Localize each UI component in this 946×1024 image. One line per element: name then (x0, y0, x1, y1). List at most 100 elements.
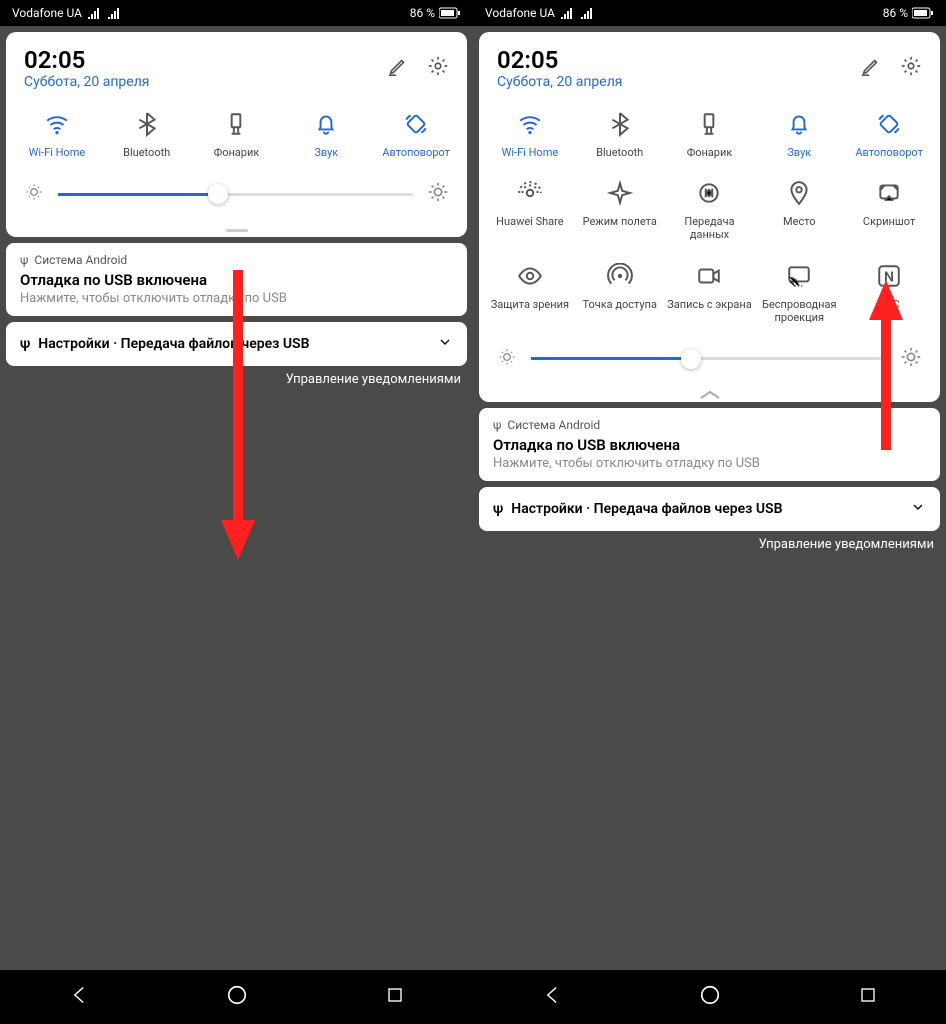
signal2-icon (581, 7, 595, 19)
qs-bt[interactable]: Bluetooth (102, 110, 192, 159)
brightness-high-icon (900, 346, 922, 372)
usb-icon: ψ (20, 253, 28, 267)
qs-bell[interactable]: Звук (281, 110, 371, 159)
back-button[interactable] (542, 985, 562, 1009)
qs-loc[interactable]: Место (754, 179, 844, 241)
brightness-low-icon (497, 347, 517, 371)
qs-share[interactable]: Huawei Share (485, 179, 575, 241)
recent-button[interactable] (386, 986, 404, 1008)
notification-usb-debug[interactable]: ψСистема Android Отладка по USB включена… (479, 408, 940, 481)
gear-icon[interactable] (427, 55, 449, 81)
qs-shot[interactable]: Скриншот (844, 179, 934, 241)
qs-hotspot[interactable]: Точка доступа (575, 262, 665, 324)
wifi-icon (43, 110, 71, 138)
qs-row-1: Wi-Fi Home Bluetooth Фонарик Звук Автоповоро… (479, 100, 940, 169)
loc-icon (785, 179, 813, 207)
wifi-icon (516, 110, 544, 138)
qs-label: Автоповорот (855, 146, 923, 159)
plane-icon (606, 179, 634, 207)
carrier-label: Vodafone UA (485, 6, 555, 20)
system-nav-bar (473, 970, 946, 1024)
svg-text:N: N (884, 269, 894, 285)
signal2-icon (108, 7, 122, 19)
qs-rotate[interactable]: Автоповорот (844, 110, 934, 159)
notif-subtitle: Нажмите, чтобы отключить отладку по USB (493, 456, 926, 471)
panel-header: 02:05 Суббота, 20 апреля (6, 32, 467, 100)
rotate-icon (875, 110, 903, 138)
clock-date: Суббота, 20 апреля (24, 74, 150, 90)
notif-title: Отладка по USB включена (493, 436, 926, 454)
qs-bt[interactable]: Bluetooth (575, 110, 665, 159)
qs-label: Звук (787, 146, 811, 159)
qs-plane[interactable]: Режим полета (575, 179, 665, 241)
qs-bell[interactable]: Звук (754, 110, 844, 159)
qs-label: Скриншот (863, 215, 915, 228)
bell-icon (312, 110, 340, 138)
qs-rotate[interactable]: Автоповорот (371, 110, 461, 159)
phone-left: HUAWEI Чтобы уникализировать контакты, м… (0, 0, 473, 1024)
share-icon (516, 179, 544, 207)
recent-button[interactable] (859, 986, 877, 1008)
qs-label: Huawei Share (496, 215, 563, 228)
bt-icon (133, 110, 161, 138)
notification-usb-transfer[interactable]: ψ Настройки · Передача файлов через USB (6, 322, 467, 366)
qs-rec[interactable]: Запись с экрана (665, 262, 755, 324)
status-bar: Vodafone UA 86 % (473, 0, 946, 26)
qs-wifi[interactable]: Wi-Fi Home (12, 110, 102, 159)
bell-icon (785, 110, 813, 138)
rec-icon (695, 262, 723, 290)
usb-icon: ψ (493, 418, 501, 432)
qs-row-1: Wi-Fi Home Bluetooth Фонарик Звук Автоповоро… (6, 100, 467, 169)
manage-notifications-link[interactable]: Управление уведомлениями (473, 537, 946, 552)
qs-flash[interactable]: Фонарик (192, 110, 282, 159)
bt-icon (606, 110, 634, 138)
system-nav-bar (0, 970, 473, 1024)
data-icon (695, 179, 723, 207)
qs-label: Wi-Fi Home (29, 146, 86, 159)
brightness-slider[interactable] (479, 334, 940, 388)
brightness-high-icon (427, 181, 449, 207)
qs-label: Место (783, 215, 816, 228)
qs-label: Фонарик (687, 146, 733, 159)
flash-icon (695, 110, 723, 138)
qs-label: Запись с экрана (667, 298, 752, 311)
qs-eye[interactable]: Защита зрения (485, 262, 575, 324)
cast-icon (785, 262, 813, 290)
rotate-icon (402, 110, 430, 138)
gear-icon[interactable] (900, 55, 922, 81)
brightness-slider[interactable] (6, 169, 467, 223)
phone-right: Так, поставив свою мелодию на контакт, в… (473, 0, 946, 1024)
expand-handle[interactable] (6, 223, 467, 237)
clock-time: 02:05 (497, 46, 623, 74)
battery-label: 86 % (410, 6, 435, 20)
home-button[interactable] (699, 984, 721, 1010)
qs-cast[interactable]: Беспроводная проекция (754, 262, 844, 324)
qs-wifi[interactable]: Wi-Fi Home (485, 110, 575, 159)
hotspot-icon (606, 262, 634, 290)
qs-label: Звук (314, 146, 338, 159)
qs-row-3: Защита зрения Точка доступа Запись с экран… (479, 252, 940, 334)
qs-row-2: Huawei Share Режим полетаПередача данных М… (479, 169, 940, 251)
usb-icon: ψ (20, 336, 30, 352)
qs-label: Защита зрения (491, 298, 569, 311)
qs-data[interactable]: Передача данных (665, 179, 755, 241)
edit-icon[interactable] (387, 55, 409, 81)
quick-settings-panel: 02:05 Суббота, 20 апреля Wi-Fi Home Bluet… (6, 32, 467, 237)
qs-flash[interactable]: Фонарик (665, 110, 755, 159)
notif-title: Отладка по USB включена (20, 271, 453, 289)
edit-icon[interactable] (860, 55, 882, 81)
qs-label: Точка доступа (582, 298, 657, 311)
chevron-down-icon (437, 334, 453, 354)
back-button[interactable] (69, 985, 89, 1009)
qs-label: Фонарик (214, 146, 260, 159)
qs-nfc[interactable]: NNFC (844, 262, 934, 324)
manage-notifications-link[interactable]: Управление уведомлениями (0, 372, 473, 387)
usb-icon: ψ (493, 501, 503, 517)
notification-usb-debug[interactable]: ψСистема Android Отладка по USB включена… (6, 243, 467, 316)
qs-label: Bluetooth (596, 146, 643, 159)
chevron-down-icon (910, 499, 926, 519)
collapse-handle[interactable] (479, 388, 940, 402)
notification-usb-transfer[interactable]: ψ Настройки · Передача файлов через USB (479, 487, 940, 531)
panel-header: 02:05 Суббота, 20 апреля (479, 32, 940, 100)
home-button[interactable] (226, 984, 248, 1010)
